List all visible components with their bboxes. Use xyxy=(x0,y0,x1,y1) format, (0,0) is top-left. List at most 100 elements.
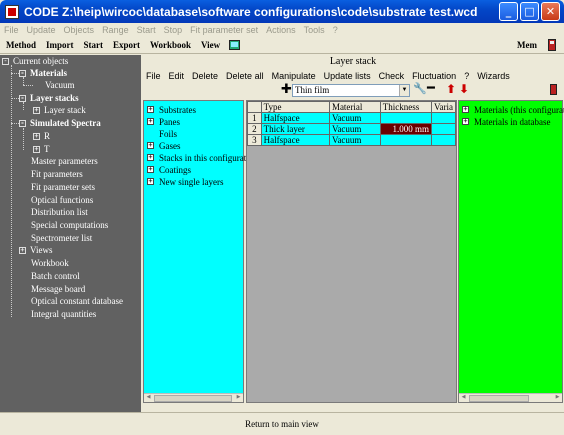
start-button[interactable]: Start xyxy=(79,40,109,50)
list-item-stacks[interactable]: + Stacks in this configuration xyxy=(147,152,258,163)
cell-variation[interactable] xyxy=(430,112,456,124)
menu-range[interactable]: Range xyxy=(98,25,133,35)
tree-item-optical-constant-database[interactable]: Optical constant database xyxy=(31,295,123,307)
tree-item-fit-parameters[interactable]: Fit parameters xyxy=(31,168,83,180)
layer-type-select[interactable]: Thin film ▼ xyxy=(292,84,410,97)
cell-variation[interactable] xyxy=(430,134,456,146)
add-layer-icon[interactable]: ✚ xyxy=(281,83,292,96)
tree-item-distribution-list[interactable]: Distribution list xyxy=(31,206,88,218)
menu-tools[interactable]: Tools xyxy=(300,25,329,35)
expand-icon[interactable]: + xyxy=(462,118,469,125)
app-icon[interactable] xyxy=(5,4,19,19)
table-row[interactable]: 2 Thick layer Vacuum 1.000 mm xyxy=(247,123,456,135)
list-item-coatings[interactable]: + Coatings xyxy=(147,164,191,175)
mem-button[interactable]: Mem xyxy=(512,40,542,50)
list-item-materials-this-config[interactable]: +Materials (this configuration) xyxy=(462,104,564,115)
return-to-main-view-button[interactable]: Return to main view xyxy=(0,416,564,432)
list-item-new-single-layers[interactable]: + New single layers xyxy=(147,176,223,187)
menu-fit-parameter-set[interactable]: Fit parameter set xyxy=(186,25,262,35)
menu-objects[interactable]: Objects xyxy=(60,25,99,35)
move-up-icon[interactable]: ⬆ xyxy=(446,83,456,96)
tree-item-integral-quantities[interactable]: Integral quantities xyxy=(31,308,96,320)
memory-icon[interactable] xyxy=(548,38,556,51)
menu-delete[interactable]: Delete xyxy=(188,71,222,81)
menu-help[interactable]: ? xyxy=(329,25,342,35)
horizontal-scrollbar[interactable]: ◀ ▶ xyxy=(459,393,562,402)
materials-list-pane[interactable]: +Materials (this configuration) +Materia… xyxy=(458,100,564,403)
tree-item-batch-control[interactable]: Batch control xyxy=(31,270,80,282)
expand-icon[interactable]: + xyxy=(147,106,154,113)
expand-icon[interactable]: + xyxy=(147,142,154,149)
column-header-variation[interactable]: Varia xyxy=(430,101,456,113)
menu-help[interactable]: ? xyxy=(460,71,473,81)
cell-type[interactable]: Halfspace xyxy=(260,134,330,146)
row-number[interactable]: 1 xyxy=(247,112,262,124)
list-item-foils[interactable]: Foils xyxy=(159,128,177,139)
import-button[interactable]: Import xyxy=(41,40,79,50)
cell-variation[interactable] xyxy=(430,123,456,135)
workbook-button[interactable]: Workbook xyxy=(145,40,196,50)
menu-manipulate[interactable]: Manipulate xyxy=(268,71,320,81)
menu-fluctuation[interactable]: Fluctuation xyxy=(408,71,460,81)
tree-item-t[interactable]: + T xyxy=(33,143,50,155)
row-number[interactable]: 3 xyxy=(247,134,262,146)
menu-edit[interactable]: Edit xyxy=(165,71,189,81)
tree-item-fit-parameter-sets[interactable]: Fit parameter sets xyxy=(31,181,95,193)
scroll-right-icon[interactable]: ▶ xyxy=(234,394,243,402)
collapse-icon[interactable]: - xyxy=(19,119,26,127)
cell-thickness[interactable] xyxy=(379,134,432,146)
move-down-icon[interactable]: ⬇ xyxy=(459,83,469,96)
object-list-pane[interactable]: + Substrates + Panes Foils + Gases + Stacks … xyxy=(143,100,258,403)
expand-icon[interactable]: + xyxy=(147,154,154,161)
close-button[interactable]: ✕ xyxy=(541,2,560,21)
cell-material[interactable]: Vacuum xyxy=(328,134,381,146)
expand-icon[interactable]: + xyxy=(33,132,40,140)
expand-icon[interactable]: + xyxy=(147,178,154,185)
export-button[interactable]: Export xyxy=(108,40,145,50)
view-button[interactable]: View xyxy=(196,40,225,50)
menu-stop[interactable]: Stop xyxy=(160,25,187,35)
tree-item-master-parameters[interactable]: Master parameters xyxy=(31,155,98,167)
tree-root[interactable]: - Current objects xyxy=(2,55,68,67)
row-number[interactable]: 2 xyxy=(247,123,262,135)
tree-item-spectrometer-list[interactable]: Spectrometer list xyxy=(31,232,92,244)
column-header-type[interactable]: Type xyxy=(260,101,330,113)
menu-file[interactable]: File xyxy=(0,25,23,35)
cell-type[interactable]: Thick layer xyxy=(260,123,330,135)
table-row[interactable]: 1 Halfspace Vacuum xyxy=(247,112,456,124)
scroll-left-icon[interactable]: ◀ xyxy=(459,394,468,402)
menu-update[interactable]: Update xyxy=(23,25,60,35)
menu-actions[interactable]: Actions xyxy=(262,25,300,35)
tree-item-message-board[interactable]: Message board xyxy=(31,283,85,295)
column-header-thickness[interactable]: Thickness xyxy=(379,101,432,113)
menu-start[interactable]: Start xyxy=(133,25,160,35)
tree-item-simulated-spectra[interactable]: - Simulated Spectra xyxy=(19,117,101,129)
expand-icon[interactable]: + xyxy=(462,106,469,113)
minimize-button[interactable]: _ xyxy=(499,2,518,21)
tree-item-special-computations[interactable]: Special computations xyxy=(31,219,108,231)
monitor-icon[interactable] xyxy=(229,39,241,50)
tree-item-materials[interactable]: - Materials xyxy=(19,67,67,79)
method-button[interactable]: Method xyxy=(0,40,41,50)
tree-item-layer-stack[interactable]: + Layer stack xyxy=(33,104,86,116)
tree-item-vacuum[interactable]: Vacuum xyxy=(45,79,75,91)
memory-icon[interactable] xyxy=(550,84,557,95)
scroll-right-icon[interactable]: ▶ xyxy=(553,394,562,402)
scroll-left-icon[interactable]: ◀ xyxy=(144,394,153,402)
list-item-substrates[interactable]: + Substrates xyxy=(147,104,196,115)
cell-material[interactable]: Vacuum xyxy=(328,112,381,124)
scroll-thumb[interactable] xyxy=(154,395,232,402)
cell-material[interactable]: Vacuum xyxy=(328,123,381,135)
scroll-thumb[interactable] xyxy=(469,395,529,402)
expand-icon[interactable]: + xyxy=(147,166,154,173)
tree-item-layer-stacks[interactable]: - Layer stacks xyxy=(19,92,79,104)
menu-check[interactable]: Check xyxy=(375,71,409,81)
menu-delete-all[interactable]: Delete all xyxy=(222,71,268,81)
collapse-icon[interactable]: - xyxy=(19,69,26,77)
column-header-material[interactable]: Material xyxy=(328,101,381,113)
collapse-icon[interactable]: - xyxy=(19,94,26,102)
menu-wizards[interactable]: Wizards xyxy=(473,71,514,81)
expand-icon[interactable]: + xyxy=(19,246,26,254)
horizontal-scrollbar[interactable]: ◀ ▶ xyxy=(144,393,243,402)
cell-thickness[interactable] xyxy=(379,112,432,124)
